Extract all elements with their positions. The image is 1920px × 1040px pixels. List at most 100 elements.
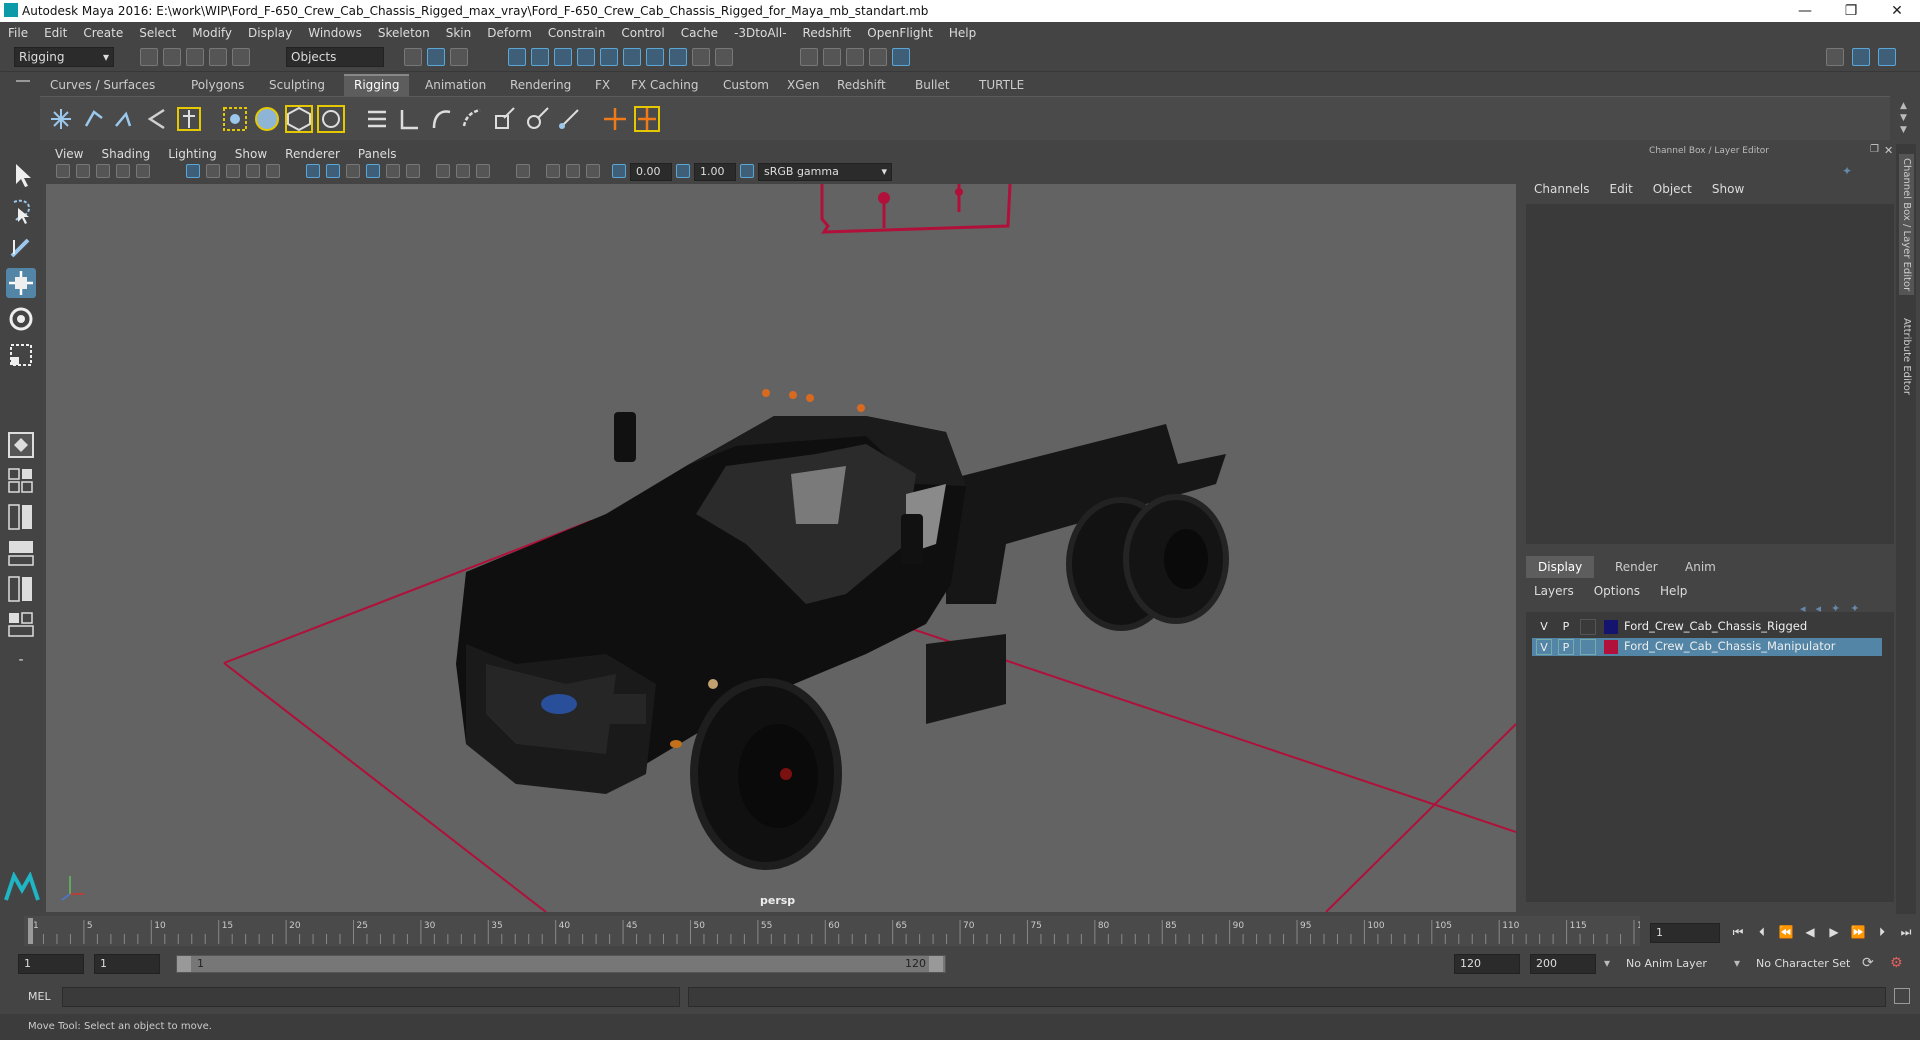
channel-menu-object[interactable]: Object [1643, 182, 1702, 196]
menu-deform[interactable]: Deform [479, 22, 540, 44]
perspective-viewport[interactable]: persp [46, 184, 1516, 912]
select-by-hierarchy-icon[interactable] [404, 48, 422, 66]
range-handle-left[interactable] [177, 956, 191, 972]
parent-constraint-icon[interactable] [394, 104, 424, 134]
script-editor-layout-icon[interactable] [6, 574, 36, 604]
isolate-select-icon[interactable] [516, 164, 530, 178]
playback-end-field[interactable]: 120 [1454, 954, 1520, 974]
shelf-tab-rendering[interactable]: Rendering [500, 74, 581, 96]
animation-end-field[interactable]: 200 [1530, 954, 1596, 974]
shelf-tab-bullet[interactable]: Bullet [905, 74, 960, 96]
step-back-key-icon[interactable]: ⏪ [1778, 924, 1794, 940]
menu-cache[interactable]: Cache [673, 22, 726, 44]
shadows-icon[interactable] [406, 164, 420, 178]
layer-menu-options[interactable]: Options [1584, 584, 1650, 598]
menu-3dtoall[interactable]: -3DtoAll- [726, 22, 794, 44]
wrap-deformer-icon[interactable] [284, 104, 314, 134]
resolution-gate-icon[interactable] [226, 164, 240, 178]
insert-joint-icon[interactable] [142, 104, 172, 134]
layer-tab-render[interactable]: Render [1603, 556, 1670, 578]
time-slider[interactable]: 1 5 10 15 20 25 30 35 40 45 50 55 60 65 70 75 80 85 90 95 10… [24, 916, 1654, 946]
layer-playback-toggle[interactable]: P [1558, 619, 1574, 635]
ik-handle-icon[interactable] [78, 104, 108, 134]
lock-icon[interactable] [692, 48, 710, 66]
layer-color-swatch[interactable] [1604, 620, 1618, 634]
layer-type-toggle[interactable] [1580, 639, 1596, 655]
construction-history-icon[interactable] [715, 48, 733, 66]
wire-deformer-icon[interactable] [316, 104, 346, 134]
smooth-shade-icon[interactable] [326, 164, 340, 178]
help-line-icon[interactable] [669, 48, 687, 66]
symmetry-icon[interactable] [646, 48, 664, 66]
play-backwards-icon[interactable]: ◀ [1802, 924, 1818, 940]
character-set-dropdown[interactable]: No Character Set [1756, 957, 1850, 970]
2d-pan-zoom-icon[interactable] [136, 164, 150, 178]
menu-constrain[interactable]: Constrain [540, 22, 614, 44]
shelf-tab-custom[interactable]: Custom [713, 74, 779, 96]
playback-start-field[interactable]: 1 [94, 954, 160, 974]
go-to-start-icon[interactable]: ⏮ [1730, 924, 1746, 940]
viewport-menu-renderer[interactable]: Renderer [276, 144, 349, 164]
chevron-down-icon[interactable]: ▾ [1604, 956, 1610, 970]
viewport-menu-shading[interactable]: Shading [92, 144, 159, 164]
field-chart-icon[interactable] [266, 164, 280, 178]
layer-color-swatch[interactable] [1604, 640, 1618, 654]
anim-layer-dropdown[interactable]: No Anim Layer [1626, 957, 1707, 970]
scale-constraint-icon[interactable] [490, 104, 520, 134]
xray-icon[interactable] [546, 164, 560, 178]
menu-redshift[interactable]: Redshift [795, 22, 860, 44]
menu-skin[interactable]: Skin [438, 22, 480, 44]
orient-constraint-icon[interactable] [458, 104, 488, 134]
menu-create[interactable]: Create [75, 22, 131, 44]
current-time-indicator[interactable] [28, 918, 33, 944]
use-all-lights-icon[interactable] [386, 164, 400, 178]
exposure-icon[interactable] [612, 164, 626, 178]
step-forward-icon[interactable]: ⏵ [1874, 924, 1890, 940]
layer-type-toggle[interactable] [1580, 619, 1596, 635]
restore-button[interactable]: ❐ [1828, 0, 1874, 22]
lattice-icon[interactable] [252, 104, 282, 134]
ik-spline-icon[interactable] [110, 104, 140, 134]
color-management-icon[interactable] [740, 164, 754, 178]
viewport-menu-show[interactable]: Show [226, 144, 276, 164]
selection-mode-dropdown[interactable]: Objects [286, 47, 384, 67]
gamma-field[interactable]: 1.00 [694, 163, 736, 181]
save-scene-icon[interactable] [186, 48, 204, 66]
shelf-tab-rigging[interactable]: Rigging [344, 74, 410, 96]
shelf-tab-xgen[interactable]: XGen [777, 74, 830, 96]
bind-skin-icon[interactable] [362, 104, 392, 134]
step-back-icon[interactable]: ⏴ [1754, 924, 1770, 940]
menu-display[interactable]: Display [240, 22, 300, 44]
wireframe-icon[interactable] [306, 164, 320, 178]
hypershade-layout-icon[interactable] [6, 610, 36, 640]
menu-select[interactable]: Select [131, 22, 184, 44]
gate-mask-icon[interactable] [246, 164, 260, 178]
channel-menu-show[interactable]: Show [1702, 182, 1754, 196]
snap-together-icon[interactable] [623, 48, 641, 66]
shelf-tab-animation[interactable]: Animation [415, 74, 496, 96]
auto-key-icon[interactable]: ⟳ [1862, 955, 1874, 971]
command-input[interactable] [62, 987, 680, 1007]
locator-icon[interactable] [174, 104, 204, 134]
outliner-layout-icon[interactable] [6, 502, 36, 532]
snap-curve-icon[interactable] [531, 48, 549, 66]
snap-live-icon[interactable] [600, 48, 618, 66]
cluster-icon[interactable] [220, 104, 250, 134]
select-tool-icon[interactable] [6, 160, 36, 190]
step-forward-key-icon[interactable]: ⏩ [1850, 924, 1866, 940]
open-scene-icon[interactable] [163, 48, 181, 66]
xray-joints-icon[interactable] [566, 164, 580, 178]
use-default-material-icon[interactable] [346, 164, 360, 178]
hypershade-icon[interactable] [892, 48, 910, 66]
float-panel-icon[interactable]: ❐ [1870, 144, 1879, 155]
menu-help[interactable]: Help [941, 22, 984, 44]
gamma-icon[interactable] [676, 164, 690, 178]
snap-view-plane-icon[interactable] [577, 48, 595, 66]
layer-visibility-toggle[interactable]: V [1536, 639, 1552, 655]
snap-grid-icon[interactable] [508, 48, 526, 66]
film-gate-icon[interactable] [206, 164, 220, 178]
close-button[interactable]: ✕ [1874, 0, 1920, 22]
render-frame-icon[interactable] [823, 48, 841, 66]
channel-menu-channels[interactable]: Channels [1524, 182, 1600, 196]
toggle-attribute-editor-icon[interactable] [1878, 48, 1896, 66]
